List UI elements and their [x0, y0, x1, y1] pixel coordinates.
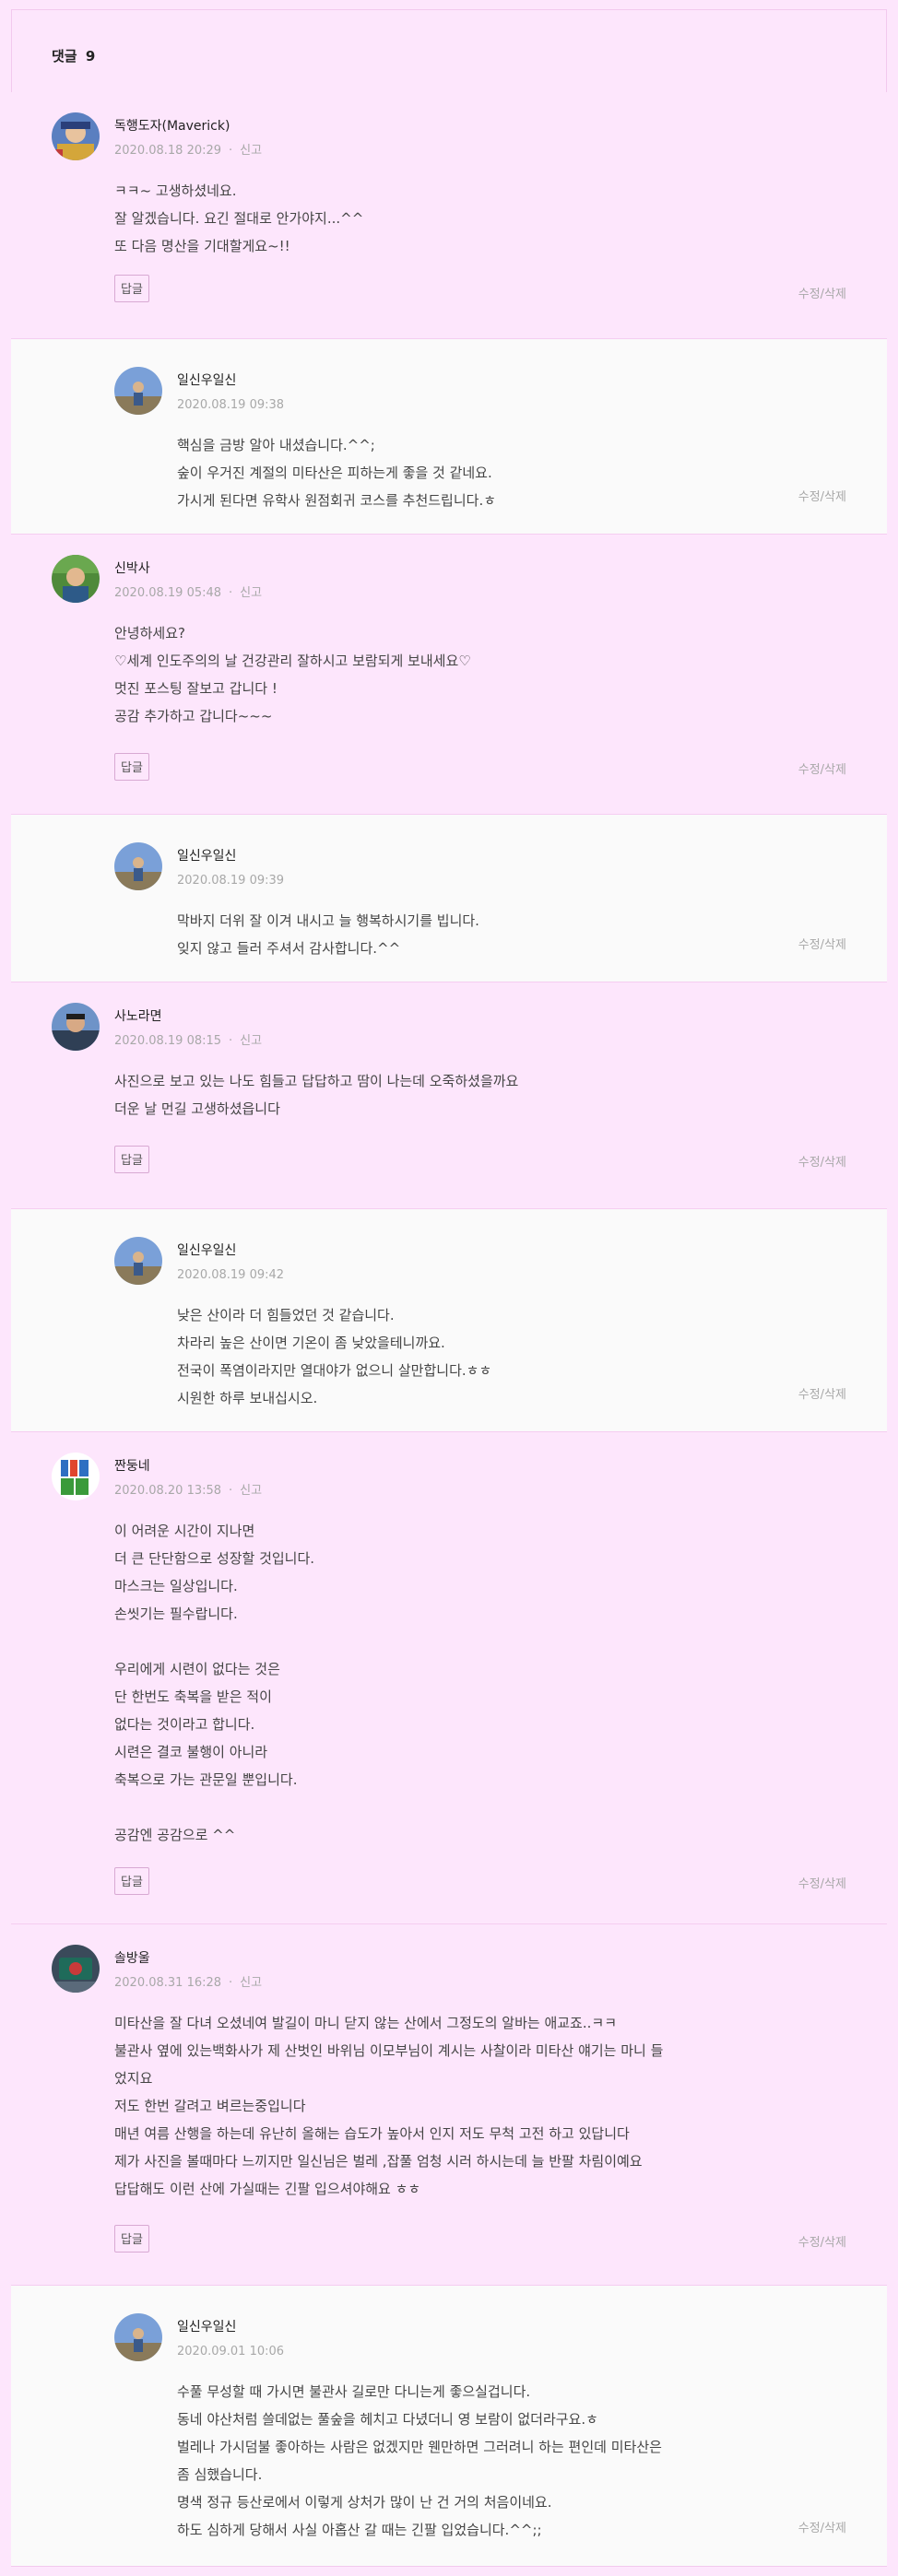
- reply-button[interactable]: 답글: [114, 275, 149, 302]
- timestamp: 2020.08.19 05:48: [114, 586, 222, 600]
- reply-item: 일신우일신 2020.08.19 09:39 막바지 더위 잘 이겨 내시고 늘…: [11, 815, 887, 982]
- comment-meta: 일신우일신 2020.08.19 09:39: [177, 848, 284, 888]
- comment-datetime: 2020.08.19 05:48 · 신고: [114, 586, 262, 601]
- edit-delete-link[interactable]: 수정/삭제: [798, 935, 846, 952]
- separator-dot: ·: [229, 1034, 233, 1048]
- reply-button[interactable]: 답글: [114, 2225, 149, 2253]
- comment-item: 신박사 2020.08.19 05:48 · 신고 안녕하세요? ♡세계 인도주의의…: [11, 535, 887, 815]
- comment-datetime: 2020.08.19 08:15 · 신고: [114, 1034, 262, 1049]
- avatar[interactable]: [114, 842, 162, 890]
- avatar[interactable]: [114, 2313, 162, 2361]
- edit-delete-link[interactable]: 수정/삭제: [798, 1874, 846, 1891]
- reply-item: 일신우일신 2020.08.19 09:42 낮은 산이라 더 힘들었던 것 같…: [11, 1209, 887, 1432]
- timestamp: 2020.08.19 08:15: [114, 1034, 222, 1048]
- comment-meta: 짠둥네 2020.08.20 13:58 · 신고: [114, 1458, 262, 1499]
- separator-dot: ·: [229, 1976, 233, 1990]
- report-link[interactable]: 신고: [240, 1484, 262, 1498]
- comment-datetime: 2020.08.31 16:28 · 신고: [114, 1976, 262, 1991]
- comment-text: ㅋㅋ~ 고생하셨네요. 잘 알겠습니다. 요긴 절대로 안가야지...^^ 또 …: [114, 182, 364, 254]
- avatar[interactable]: [52, 1003, 100, 1051]
- author-name[interactable]: 사노라면: [114, 1008, 262, 1025]
- comment-datetime: 2020.08.20 13:58 · 신고: [114, 1484, 262, 1499]
- edit-delete-link[interactable]: 수정/삭제: [798, 284, 846, 301]
- avatar[interactable]: [52, 555, 100, 603]
- reply-button[interactable]: 답글: [114, 753, 149, 781]
- edit-delete-link[interactable]: 수정/삭제: [798, 1384, 846, 1402]
- comment-text: 낮은 산이라 더 힘들었던 것 같습니다. 차라리 높은 산이면 기온이 좀 낮…: [177, 1307, 492, 1406]
- edit-delete-link[interactable]: 수정/삭제: [798, 2232, 846, 2250]
- separator-dot: ·: [229, 586, 233, 600]
- comment-item: 사노라면 2020.08.19 08:15 · 신고 사진으로 보고 있는 나도 힘…: [11, 982, 887, 1209]
- edit-delete-link[interactable]: 수정/삭제: [798, 759, 846, 777]
- comment-datetime: 2020.08.19 09:42: [177, 1268, 284, 1283]
- avatar[interactable]: [52, 112, 100, 160]
- comment-meta: 일신우일신 2020.08.19 09:38: [177, 372, 284, 413]
- edit-delete-link[interactable]: 수정/삭제: [798, 487, 846, 504]
- comment-meta: 일신우일신 2020.09.01 10:06: [177, 2319, 284, 2359]
- report-link[interactable]: 신고: [240, 1976, 262, 1990]
- comment-meta: 솔방울 2020.08.31 16:28 · 신고: [114, 1950, 262, 1991]
- comments-count: 9: [85, 48, 96, 65]
- author-name[interactable]: 일신우일신: [177, 848, 284, 865]
- comments-title: 댓글: [52, 48, 77, 65]
- separator-dot: ·: [229, 1484, 233, 1498]
- author-name[interactable]: 독행도자(Maverick): [114, 118, 262, 135]
- comments-header: 댓글 9: [52, 46, 95, 65]
- author-name[interactable]: 일신우일신: [177, 2319, 284, 2335]
- comment-text: 핵심을 금방 알아 내셨습니다.^^; 숲이 우거진 계절의 미타산은 피하는게…: [177, 437, 497, 509]
- timestamp: 2020.08.31 16:28: [114, 1976, 222, 1990]
- comment-meta: 독행도자(Maverick) 2020.08.18 20:29 · 신고: [114, 118, 262, 159]
- comment-meta: 사노라면 2020.08.19 08:15 · 신고: [114, 1008, 262, 1049]
- reply-button[interactable]: 답글: [114, 1146, 149, 1173]
- edit-delete-link[interactable]: 수정/삭제: [798, 2518, 846, 2535]
- comment-item: 짠둥네 2020.08.20 13:58 · 신고 이 어려운 시간이 지나면 더 …: [11, 1432, 887, 1924]
- comment-text: 안녕하세요? ♡세계 인도주의의 날 건강관리 잘하시고 보람되게 보내세요♡ …: [114, 625, 471, 724]
- report-link[interactable]: 신고: [240, 586, 262, 600]
- avatar[interactable]: [52, 1945, 100, 1993]
- comment-datetime: 2020.08.18 20:29 · 신고: [114, 144, 262, 159]
- report-link[interactable]: 신고: [240, 1034, 262, 1048]
- timestamp: 2020.08.19 09:38: [177, 398, 285, 412]
- comment-item: 독행도자(Maverick) 2020.08.18 20:29 · 신고 ㅋㅋ~ 고…: [11, 92, 887, 339]
- timestamp: 2020.08.19 09:42: [177, 1268, 285, 1282]
- comment-text: 수풀 무성할 때 가시면 불관사 길로만 다니는게 좋으실겁니다. 동네 야산처…: [177, 2383, 662, 2538]
- avatar[interactable]: [114, 367, 162, 415]
- timestamp: 2020.08.19 09:39: [177, 874, 285, 888]
- comment-text: 이 어려운 시간이 지나면 더 큰 단단함으로 성장할 것입니다. 마스크는 일…: [114, 1523, 315, 1843]
- author-name[interactable]: 일신우일신: [177, 1242, 284, 1259]
- timestamp: 2020.08.20 13:58: [114, 1484, 222, 1498]
- reply-button[interactable]: 답글: [114, 1867, 149, 1895]
- comment-text: 미타산을 잘 다녀 오셨네여 발길이 마니 닫지 않는 산에서 그정도의 알바는…: [114, 2015, 664, 2197]
- author-name[interactable]: 일신우일신: [177, 372, 284, 389]
- comment-datetime: 2020.08.19 09:39: [177, 874, 284, 888]
- author-name[interactable]: 짠둥네: [114, 1458, 262, 1475]
- timestamp: 2020.08.18 20:29: [114, 144, 222, 158]
- reply-item: 일신우일신 2020.08.19 09:38 핵심을 금방 알아 내셨습니다.^…: [11, 339, 887, 535]
- comment-datetime: 2020.09.01 10:06: [177, 2345, 284, 2359]
- report-link[interactable]: 신고: [240, 144, 262, 158]
- timestamp: 2020.09.01 10:06: [177, 2345, 285, 2358]
- reply-item: 일신우일신 2020.09.01 10:06 수풀 무성할 때 가시면 불관사 …: [11, 2286, 887, 2566]
- comment-meta: 일신우일신 2020.08.19 09:42: [177, 1242, 284, 1283]
- author-name[interactable]: 신박사: [114, 560, 262, 577]
- edit-delete-link[interactable]: 수정/삭제: [798, 1152, 846, 1170]
- comment-text: 사진으로 보고 있는 나도 힘들고 답답하고 땀이 나는데 오죽하셨을까요 더운…: [114, 1073, 519, 1117]
- avatar[interactable]: [52, 1453, 100, 1500]
- comment-datetime: 2020.08.19 09:38: [177, 398, 284, 413]
- comment-item: 솔방울 2020.08.31 16:28 · 신고 미타산을 잘 다녀 오셨네여 발…: [11, 1924, 887, 2286]
- avatar[interactable]: [114, 1237, 162, 1285]
- separator-dot: ·: [229, 144, 233, 158]
- comment-meta: 신박사 2020.08.19 05:48 · 신고: [114, 560, 262, 601]
- author-name[interactable]: 솔방울: [114, 1950, 262, 1967]
- comment-text: 막바지 더위 잘 이겨 내시고 늘 행복하시기를 빕니다. 잊지 않고 들러 주…: [177, 912, 479, 957]
